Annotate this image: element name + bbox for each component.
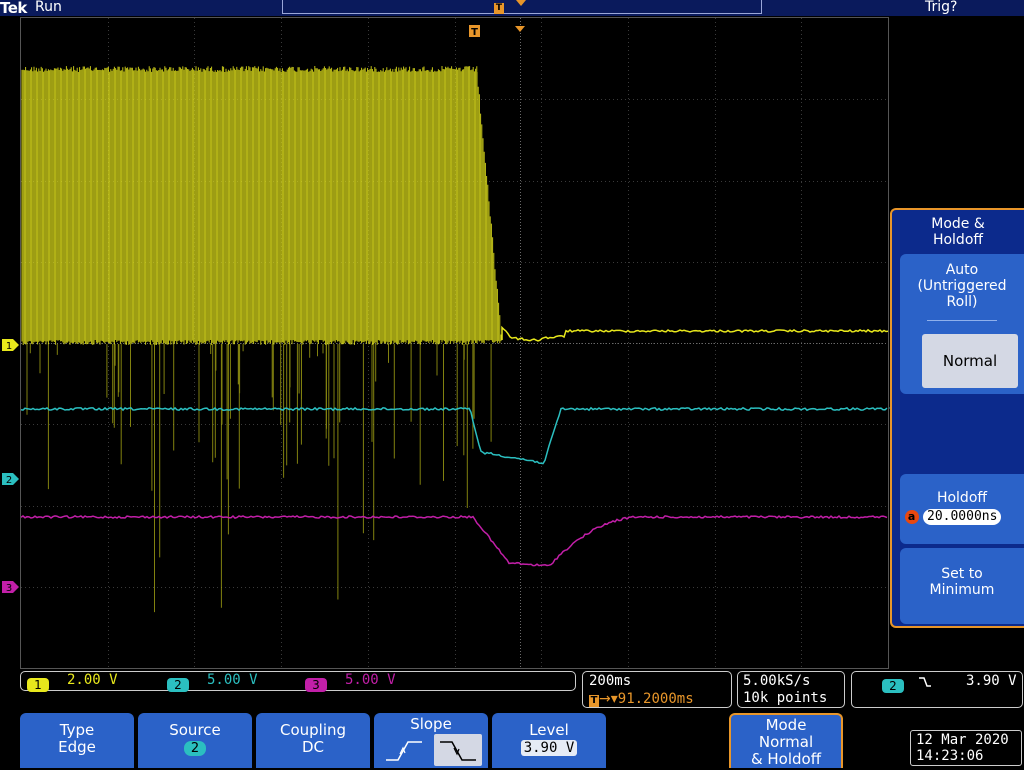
svg-text:T: T [471,27,478,38]
normal-mode-option[interactable]: Normal [922,334,1018,388]
svg-text:2: 2 [6,475,12,486]
channel-1-ground-marker[interactable]: 1 [1,337,21,356]
falling-edge-icon [918,674,932,693]
channel-1-scale[interactable]: 2.00 V [67,672,118,688]
channel-2-badge: 2 [167,677,189,692]
mode-holdoff-button[interactable]: Mode Normal & Holdoff [729,713,843,768]
rising-edge-icon[interactable] [380,734,428,766]
type-value: Edge [58,738,96,756]
multipurpose-knob-a-icon: a [904,510,919,524]
auto-roll-button[interactable]: Auto (Untriggered Roll) Normal [900,254,1024,394]
holdoff-button[interactable]: Holdoff a 20.0000ns [900,474,1024,544]
record-position-marker-icon [516,0,526,6]
sample-rate: 5.00kS/s [743,673,811,689]
holdoff-label: Holdoff [936,490,988,506]
channel-3-badge: 3 [305,677,327,692]
trigger-readout[interactable]: 2 3.90 V [851,671,1023,708]
waveform-display[interactable]: T [20,17,889,669]
holdoff-value: 20.0000ns [923,509,1002,525]
slope-label: Slope [410,715,452,733]
source-button[interactable]: Source 2 [138,713,252,768]
type-label: Type [59,721,95,739]
level-button[interactable]: Level 3.90 V [492,713,606,768]
side-menu: Mode & Holdoff Auto (Untriggered Roll) N… [890,208,1024,628]
source-value: 2 [183,741,207,756]
timebase-scale[interactable]: 200ms [589,673,631,689]
record-trigger-marker-icon: T [494,3,504,14]
channel-3-scale[interactable]: 5.00 V [345,672,396,688]
svg-text:3: 3 [6,583,12,594]
source-label: Source [169,721,221,739]
falling-edge-option-icon[interactable] [434,734,482,766]
channel-1-badge: 1 [27,677,49,692]
auto-roll-label: Auto (Untriggered Roll) [917,262,1007,310]
side-menu-title: Mode & Holdoff [931,216,985,248]
slope-button[interactable]: Slope [374,713,488,768]
channel-3-ground-marker[interactable]: 3 [1,579,21,598]
type-button[interactable]: Type Edge [20,713,134,768]
set-to-minimum-label: Set to Minimum [929,566,995,598]
channel-2-ground-marker[interactable]: 2 [1,471,21,490]
trigger-source-badge: 2 [882,678,904,693]
level-value: 3.90 V [520,740,578,756]
date-time-display: 12 Mar 2020 14:23:06 [910,730,1022,766]
mode-sub: & Holdoff [750,750,822,768]
brand-logo: Tek [0,0,27,17]
coupling-button[interactable]: Coupling DC [256,713,370,768]
level-label: Level [529,721,569,739]
svg-text:1: 1 [6,341,12,352]
trigger-delay-icon: T [589,695,599,707]
trigger-position-icon: T [469,25,525,38]
record-length: 10k points [743,690,828,706]
date: 12 Mar 2020 [916,732,1009,748]
time: 14:23:06 [916,748,984,764]
mode-label: Mode [765,716,807,734]
acquisition-readout: 5.00kS/s 10k points [737,671,845,708]
channel-3-trace [21,514,888,567]
trigger-status: Trig? [925,0,958,15]
acquisition-status: Run [35,0,62,15]
channel-2-trace [21,406,888,465]
trigger-delay[interactable]: 91.2000ms [618,691,694,707]
horizontal-readout: 200ms T →▾91.2000ms [582,671,732,708]
trigger-level-readout: 3.90 V [966,673,1017,689]
channel-2-scale[interactable]: 5.00 V [207,672,258,688]
set-to-minimum-button[interactable]: Set to Minimum [900,548,1024,624]
delay-arrow-icon: →▾ [599,691,618,707]
coupling-value: DC [301,738,325,756]
channel-scale-readout: 1 2.00 V 2 5.00 V 3 5.00 V [20,671,576,692]
mode-value: Normal [758,733,814,751]
coupling-label: Coupling [279,721,347,739]
